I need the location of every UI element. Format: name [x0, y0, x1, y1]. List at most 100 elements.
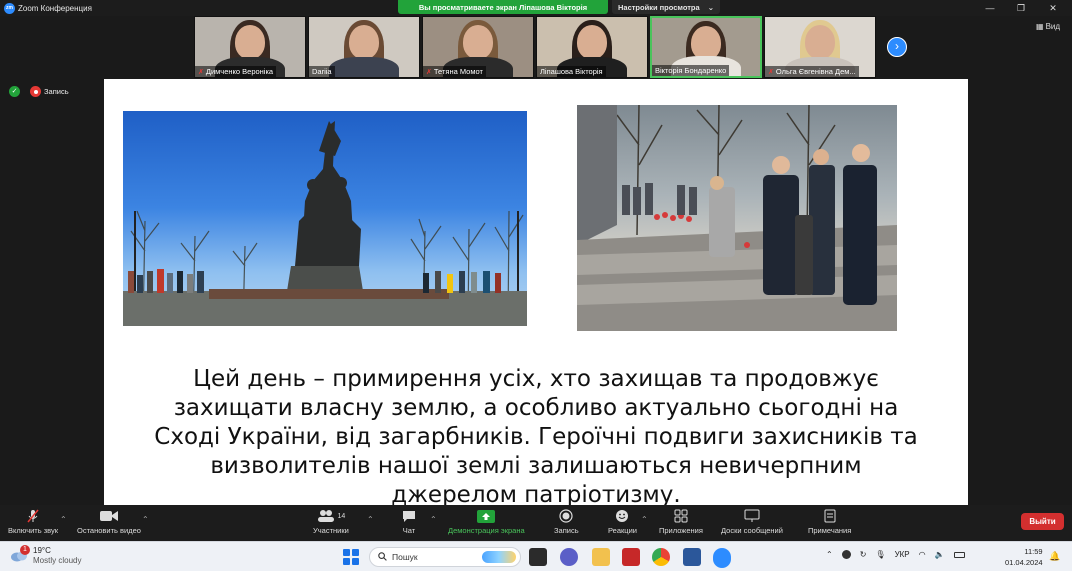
- slide-text-line: Цей день – примирення усіх, хто захищав …: [193, 366, 879, 392]
- recording-indicator[interactable]: Запись: [30, 86, 69, 97]
- language-indicator[interactable]: УКР: [895, 550, 910, 559]
- slide-text-line: захищати власну землю, а особливо актуал…: [173, 395, 899, 421]
- view-options-label: Настройки просмотра: [618, 2, 700, 12]
- participant-name: Вікторія Бондаренко: [652, 65, 730, 76]
- stop-video-button[interactable]: Остановить видео: [77, 509, 141, 535]
- participant-name-text: Вікторія Бондаренко: [655, 66, 727, 75]
- windows-taskbar: 19°C Mostly cloudy 1 Пошук ⌃ ↻ 🎙 УКР ◠ 🔈…: [0, 541, 1072, 571]
- participants-label: Участники: [313, 526, 349, 535]
- office-app-icon[interactable]: [622, 548, 640, 566]
- chat-app-icon[interactable]: [560, 548, 578, 566]
- microphone-tray-icon[interactable]: 🎙: [875, 550, 885, 559]
- monument-photo: [123, 111, 527, 326]
- participant-name-text: Dariia: [312, 67, 332, 76]
- chat-label: Чат: [402, 526, 416, 535]
- smiley-icon: [615, 509, 629, 523]
- sync-icon[interactable]: ↻: [860, 550, 867, 559]
- whiteboard-icon: [744, 509, 760, 523]
- participant-tile[interactable]: Лiпашова Вiкторiя: [536, 16, 648, 78]
- whiteboards-button[interactable]: Доски сообщений: [721, 509, 783, 535]
- chrome-icon[interactable]: [652, 548, 670, 566]
- file-explorer-icon[interactable]: [592, 548, 610, 566]
- audio-options-chevron-icon[interactable]: ⌃: [60, 515, 67, 524]
- participants-count: 14: [337, 512, 346, 520]
- participant-name-text: Тетяна Момот: [433, 67, 483, 76]
- tray-overflow-chevron-icon[interactable]: ⌃: [826, 550, 833, 559]
- search-icon: [378, 551, 387, 563]
- wifi-icon[interactable]: ◠: [919, 550, 926, 559]
- share-screen-label: Демонстрация экрана: [448, 526, 525, 535]
- grid-icon: ▦: [1036, 22, 1044, 31]
- participant-face: [349, 25, 379, 59]
- notes-icon: [824, 509, 836, 523]
- ceremony-photo: [577, 105, 897, 331]
- participant-body: [329, 57, 399, 77]
- view-options-menu[interactable]: Настройки просмотра ⌄: [612, 0, 720, 14]
- taskbar-clock[interactable]: 11:59 01.04.2024: [1005, 546, 1043, 568]
- notes-button[interactable]: Примечания: [808, 509, 851, 535]
- view-button[interactable]: ▦ Вид: [1036, 22, 1060, 31]
- clock-time: 11:59: [1024, 547, 1043, 556]
- participant-face: [691, 26, 721, 60]
- close-icon[interactable]: ✕: [1038, 1, 1068, 15]
- muted-microphone-icon: [26, 509, 40, 523]
- next-page-arrow-icon[interactable]: ›: [887, 37, 907, 57]
- participant-tile[interactable]: ✗ Димченко Вероніка: [194, 16, 306, 78]
- slide-text-line: визволителів нашої землі залишаються нев…: [210, 453, 862, 479]
- participant-face: [235, 25, 265, 59]
- participant-name-text: Лiпашова Вiкторiя: [540, 67, 603, 76]
- whiteboards-label: Доски сообщений: [721, 526, 783, 535]
- video-options-chevron-icon[interactable]: ⌃: [142, 515, 149, 524]
- participant-tile[interactable]: ✗ Ольга Євгенівна Дем...: [764, 16, 876, 78]
- participant-name: ✗ Ольга Євгенівна Дем...: [765, 66, 859, 77]
- notifications-bell-icon[interactable]: 🔔: [1049, 551, 1060, 562]
- record-dot-icon: [30, 86, 41, 97]
- weather-temp: 19°C: [33, 546, 51, 555]
- unmute-button[interactable]: Включить звук: [8, 509, 58, 535]
- word-icon[interactable]: [683, 548, 701, 566]
- participant-name: Dariia: [309, 66, 335, 77]
- notes-label: Примечания: [808, 526, 852, 535]
- restore-icon[interactable]: ❐: [1006, 1, 1036, 15]
- apps-label: Приложения: [659, 526, 703, 535]
- recording-label: Запись: [44, 87, 69, 96]
- windows-start-icon[interactable]: [343, 549, 359, 565]
- chat-button[interactable]: Чат: [402, 509, 416, 535]
- battery-icon[interactable]: [953, 551, 965, 558]
- participant-tile[interactable]: ✗ Тетяна Момот: [422, 16, 534, 78]
- screen-share-banner: Вы просматриваете экран Лiпашова Вiкторi…: [398, 0, 608, 14]
- participants-options-chevron-icon[interactable]: ⌃: [367, 515, 374, 524]
- muted-icon: ✗: [768, 68, 774, 76]
- participant-tile[interactable]: Вікторія Бондаренко: [650, 16, 762, 78]
- volume-icon[interactable]: 🔈: [935, 550, 945, 559]
- shared-slide: Цей день – примирення усіх, хто захищав …: [104, 79, 968, 505]
- participant-name-text: Димченко Вероніка: [205, 67, 274, 76]
- taskbar-search-input[interactable]: Пошук: [369, 547, 521, 567]
- meeting-toolbar: Включить звук ⌃ Остановить видео ⌃ 14 Уч…: [0, 505, 1072, 541]
- tray-app-icon[interactable]: [841, 550, 851, 559]
- share-screen-button[interactable]: Демонстрация экрана: [448, 509, 525, 535]
- zoom-taskbar-icon[interactable]: [713, 548, 731, 566]
- leave-button[interactable]: Выйти: [1021, 513, 1064, 530]
- reactions-button[interactable]: Реакции: [608, 509, 637, 535]
- record-button[interactable]: Запись: [554, 509, 579, 535]
- muted-icon: ✗: [198, 68, 204, 76]
- chat-options-chevron-icon[interactable]: ⌃: [430, 515, 437, 524]
- zoom-logo-icon: zm: [4, 2, 15, 14]
- unmute-label: Включить звук: [8, 526, 59, 535]
- task-view-icon[interactable]: [529, 548, 547, 566]
- slide-text-line: Сході України, від загарбників. Героїчні…: [154, 424, 918, 450]
- weather-desc: Mostly cloudy: [33, 556, 82, 565]
- apps-icon: [674, 509, 688, 523]
- participant-name: ✗ Тетяна Момот: [423, 66, 486, 77]
- security-shield-icon[interactable]: ✓: [9, 86, 20, 97]
- participants-button[interactable]: 14 Участники: [313, 509, 349, 535]
- reactions-options-chevron-icon[interactable]: ⌃: [641, 515, 648, 524]
- minimize-icon[interactable]: —: [975, 1, 1005, 15]
- system-tray: ⌃ ↻ 🎙 УКР ◠ 🔈: [826, 550, 965, 559]
- view-button-label: Вид: [1045, 22, 1061, 31]
- participant-tile[interactable]: Dariia: [308, 16, 420, 78]
- apps-button[interactable]: Приложения: [659, 509, 703, 535]
- participant-face: [463, 25, 493, 59]
- slide-text-line: джерелом патріотизму.: [391, 482, 681, 505]
